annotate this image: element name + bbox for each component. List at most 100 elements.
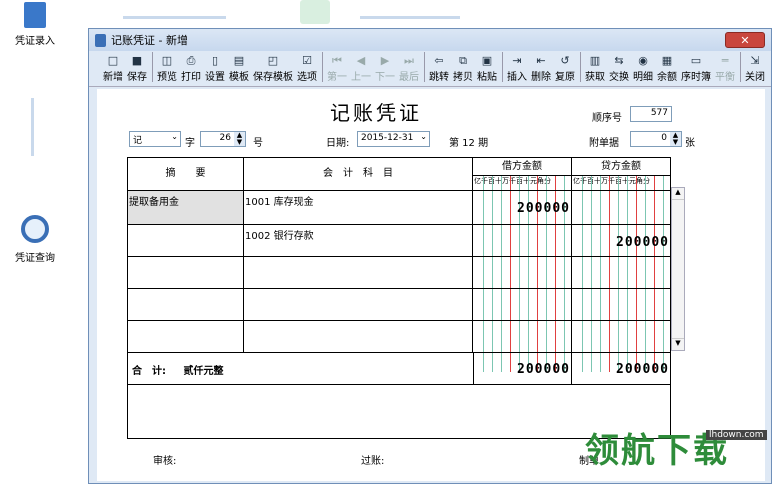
debit-digit-header: 亿千百十万千百十元角分 — [474, 177, 551, 185]
account-cell[interactable] — [244, 289, 473, 320]
account-cell[interactable]: 1002 银行存款 — [244, 225, 473, 256]
voucher-query-shortcut[interactable]: 凭证查询 — [0, 215, 70, 264]
timeline-button[interactable]: ▭ 序时簿 — [681, 54, 711, 83]
credit-digit-header: 亿千百十万千百十元角分 — [573, 177, 650, 185]
post-label: 过账: — [361, 456, 385, 467]
credit-cell[interactable] — [572, 191, 670, 224]
settings-icon: ▯ — [211, 54, 219, 67]
debit-cell[interactable] — [473, 289, 572, 320]
voucher-entry-shortcut[interactable]: 凭证录入 — [0, 0, 70, 47]
summary-cell[interactable]: 提取备用金 — [128, 191, 244, 224]
table-row[interactable]: 1002 银行存款 200000 — [128, 224, 670, 256]
debit-cell[interactable] — [473, 321, 572, 352]
paste-button[interactable]: ▣ 粘贴 — [477, 54, 497, 83]
summary-cell[interactable] — [128, 289, 244, 320]
zhang-label: 张 — [685, 138, 695, 149]
new-button[interactable]: □ 新增 — [103, 54, 123, 83]
voucher-query-label: 凭证查询 — [15, 253, 55, 264]
exchange-button[interactable]: ⇆ 交换 — [609, 54, 629, 83]
window-icon: ▭ — [690, 54, 702, 67]
last-button[interactable]: ⏭ 最后 — [399, 54, 419, 83]
account-cell[interactable] — [244, 257, 473, 288]
voucher-window: 记账凭证 - 新增 ✕ □ 新增 ■ 保存 ◫ 预览 ⎙ 打印 ▯ 设置 ▤ 模板 ◰ 保存模… — [88, 28, 772, 484]
credit-cell[interactable]: 200000 — [572, 225, 670, 256]
toolbar-separator — [152, 52, 153, 82]
summary-cell[interactable] — [128, 225, 244, 256]
print-button[interactable]: ⎙ 打印 — [181, 54, 201, 83]
total-debit-cell: 200000 — [473, 353, 572, 384]
prev-icon: ◀ — [356, 54, 366, 67]
jump-icon: ⇦ — [434, 54, 444, 67]
scroll-up-icon[interactable]: ▲ — [672, 188, 684, 200]
next-button[interactable]: ▶ 下一 — [375, 54, 395, 83]
table-row[interactable] — [128, 288, 670, 320]
save-template-icon: ◰ — [267, 54, 279, 67]
save-template-button[interactable]: ◰ 保存模板 — [253, 54, 293, 83]
attach-stepper-icon[interactable]: ▲ ▼ — [670, 132, 681, 146]
review-label: 审核: — [153, 456, 177, 467]
voucher-number-input[interactable]: 26 ▲ ▼ — [200, 131, 246, 147]
fetch-button[interactable]: ▥ 获取 — [585, 54, 605, 83]
window-titlebar[interactable]: 记账凭证 - 新增 ✕ — [89, 29, 771, 51]
insert-button[interactable]: ⇥ 插入 — [507, 54, 527, 83]
debit-cell[interactable]: 200000 — [473, 191, 572, 224]
date-label: 日期: — [326, 138, 350, 149]
voucher-grid: 摘 要 会 计 科 目 借方金额 亿千百十万千百十元角分 贷方金额 亿千百十万千… — [127, 157, 671, 439]
close-toolbar-button[interactable]: ⇲ 关闭 — [745, 54, 765, 83]
balance-check-button[interactable]: ═ 平衡 — [715, 54, 735, 83]
account-cell[interactable]: 1001 库存现金 — [244, 191, 473, 224]
exchange-icon: ⇆ — [614, 54, 624, 67]
grid-header: 摘 要 会 计 科 目 借方金额 亿千百十万千百十元角分 贷方金额 亿千百十万千… — [128, 158, 670, 190]
table-row[interactable] — [128, 320, 670, 352]
toolbar-separator — [580, 52, 581, 82]
voucher-title: 记账凭证 — [330, 101, 422, 125]
delete-button[interactable]: ⇤ 删除 — [531, 54, 551, 83]
hao-label: 号 — [253, 138, 263, 149]
grid-scrollbar[interactable]: ▲ ▼ — [671, 187, 685, 351]
close-button[interactable]: ✕ — [725, 32, 765, 48]
preview-icon: ◫ — [161, 54, 173, 67]
prev-button[interactable]: ◀ 上一 — [351, 54, 371, 83]
settings-button[interactable]: ▯ 设置 — [205, 54, 225, 83]
voucher-type-select[interactable]: 记 ⌄ — [129, 131, 181, 147]
watermark-site: lhdown.com — [706, 430, 767, 440]
save-button[interactable]: ■ 保存 — [127, 54, 147, 83]
template-button[interactable]: ▤ 模板 — [229, 54, 249, 83]
seq-input[interactable]: 577 — [630, 106, 672, 122]
attach-count-input[interactable]: 0 ▲ ▼ — [630, 131, 682, 147]
restore-button[interactable]: ↺ 复原 — [555, 54, 575, 83]
number-stepper-icon[interactable]: ▲ ▼ — [234, 132, 245, 146]
window-title: 记账凭证 - 新增 — [111, 34, 188, 47]
flow-arrow — [31, 98, 34, 156]
equals-icon: ═ — [721, 54, 729, 67]
debit-cell[interactable] — [473, 225, 572, 256]
summary-cell[interactable] — [128, 321, 244, 352]
magnifier-icon[interactable] — [300, 0, 330, 24]
template-icon: ▤ — [233, 54, 245, 67]
summary-cell[interactable] — [128, 257, 244, 288]
detail-button[interactable]: ◉ 明细 — [633, 54, 653, 83]
app-icon — [95, 33, 106, 47]
voucher-entry-icon — [24, 2, 46, 28]
debit-cell[interactable] — [473, 257, 572, 288]
account-cell[interactable] — [244, 321, 473, 352]
next-icon: ▶ — [380, 54, 390, 67]
table-row[interactable]: 提取备用金 1001 库存现金 200000 — [128, 190, 670, 224]
copy-button[interactable]: ⧉ 拷贝 — [453, 54, 473, 83]
flow-arrow — [360, 16, 460, 19]
scroll-down-icon[interactable]: ▼ — [672, 338, 684, 350]
print-icon: ⎙ — [186, 54, 196, 67]
preview-button[interactable]: ◫ 预览 — [157, 54, 177, 83]
date-picker[interactable]: 2015-12-31 ⌄ — [357, 131, 430, 147]
flow-arrow — [123, 16, 226, 19]
jump-button[interactable]: ⇦ 跳转 — [429, 54, 449, 83]
paste-icon: ▣ — [481, 54, 493, 67]
first-button[interactable]: ⏮ 第一 — [327, 54, 347, 83]
total-words: 贰仟元整 — [183, 366, 224, 377]
balance-button[interactable]: ▦ 余额 — [657, 54, 677, 83]
toolbar-separator — [322, 52, 323, 82]
table-row[interactable] — [128, 256, 670, 288]
grid-icon: ▦ — [661, 54, 673, 67]
options-button[interactable]: ☑ 选项 — [297, 54, 317, 83]
period-label: 第 12 期 — [449, 138, 489, 149]
